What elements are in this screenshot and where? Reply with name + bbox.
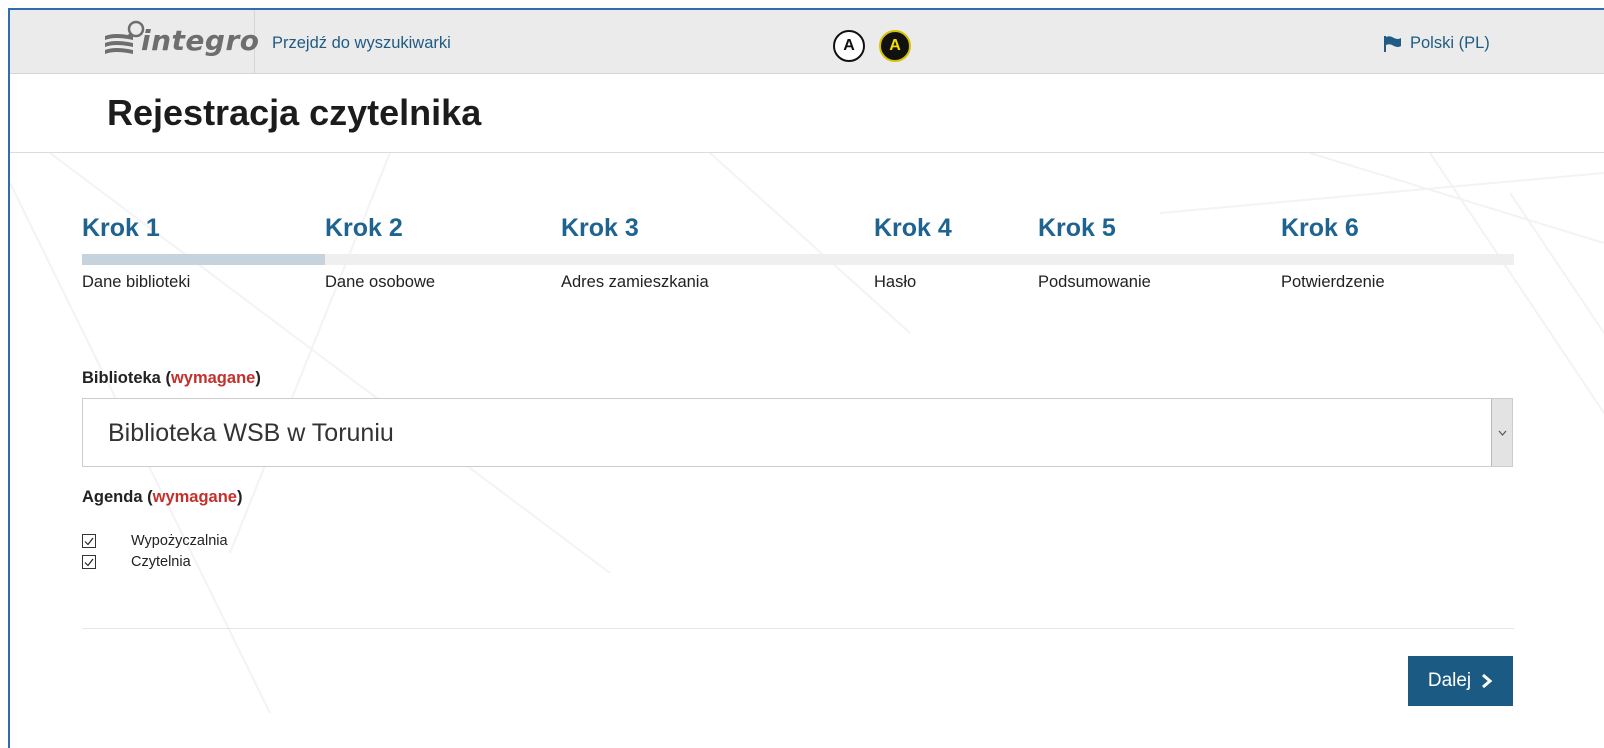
step-label: Dane osobowe [325,273,436,291]
step-label: Podsumowanie [1038,273,1151,291]
skip-to-search-link[interactable]: Przejdź do wyszukiwarki [272,34,451,53]
agenda-label-text: Agenda [82,488,143,506]
step-label: Adres zamieszkania [561,273,709,291]
progress-fill [82,254,325,265]
normal-contrast-button[interactable]: A [833,30,865,62]
progress-track [82,254,1514,265]
page-title: Rejestracja czytelnika [107,92,482,133]
step-number: Krok 5 [1038,214,1116,242]
step-label: Dane biblioteki [82,273,191,291]
library-select[interactable]: Biblioteka WSB w Toruniu [82,398,1513,467]
agenda-field-label: Agenda (wymagane) [82,488,243,506]
checkbox-label: Czytelnia [131,554,191,570]
registration-steps: Krok 1 Dane biblioteki Krok 2 Dane osobo… [82,200,1514,310]
checkmark-icon [84,537,94,545]
library-field-label: Biblioteka (wymagane) [82,369,261,387]
page-header: Rejestracja czytelnika [10,74,1604,153]
step-2: Krok 2 Dane osobowe [325,200,435,291]
step-label: Potwierdzenie [1281,273,1385,291]
divider [82,628,1514,629]
step-number: Krok 6 [1281,214,1359,242]
checkbox-label: Wypożyczalnia [131,533,228,549]
required-marker: wymagane [152,488,237,506]
logo-text: integro [141,24,260,57]
step-label: Hasło [874,273,917,291]
step-number: Krok 4 [874,214,952,242]
high-contrast-button[interactable]: A [879,30,911,62]
logo[interactable]: integro [95,10,259,73]
step-5: Krok 5 Podsumowanie [1038,200,1151,291]
step-1: Krok 1 Dane biblioteki [82,200,190,291]
flag-icon [1384,35,1401,52]
step-number: Krok 1 [82,214,160,242]
step-6: Krok 6 Potwierdzenie [1281,200,1385,291]
top-bar: integro Przejdź do wyszukiwarki A A Pols… [10,10,1604,74]
chevron-right-icon [1482,673,1493,689]
language-selector[interactable]: Polski (PL) [1384,34,1490,53]
library-label-text: Biblioteka [82,369,161,387]
step-number: Krok 2 [325,214,403,242]
checkbox-checked[interactable] [82,555,96,569]
checkbox-checked[interactable] [82,534,96,548]
chevron-down-icon[interactable] [1491,399,1512,466]
checkmark-icon [84,558,94,566]
next-button[interactable]: Dalej [1408,656,1513,706]
language-label: Polski (PL) [1410,34,1490,52]
agenda-option-wypozyczalnia[interactable]: Wypożyczalnia [82,533,228,549]
required-marker: wymagane [170,369,256,387]
library-select-value: Biblioteka WSB w Toruniu [108,419,394,447]
step-number: Krok 3 [561,214,639,242]
step-4: Krok 4 Hasło [874,200,952,291]
next-button-label: Dalej [1427,670,1472,691]
agenda-option-czytelnia[interactable]: Czytelnia [82,554,191,570]
step-3: Krok 3 Adres zamieszkania [561,200,709,291]
